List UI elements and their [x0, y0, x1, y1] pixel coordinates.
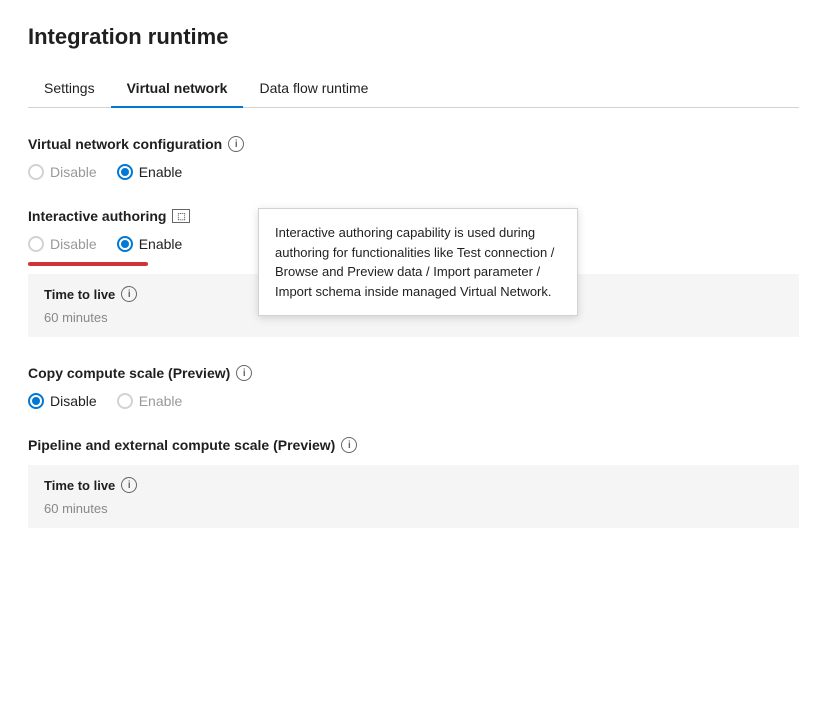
- virtual-network-config-section: Virtual network configuration i Disable …: [28, 136, 799, 180]
- tabs: Settings Virtual network Data flow runti…: [28, 70, 799, 108]
- time-to-live-pipeline-info-icon[interactable]: i: [121, 477, 137, 493]
- copy-compute-info-icon[interactable]: i: [236, 365, 252, 381]
- tab-settings[interactable]: Settings: [28, 70, 111, 108]
- page-title: Integration runtime: [28, 24, 799, 50]
- copy-compute-disable-radio[interactable]: [28, 393, 44, 409]
- interactive-authoring-enable-radio[interactable]: [117, 236, 133, 252]
- time-remaining-bar: [28, 262, 148, 266]
- virtual-network-radio-group: Disable Enable: [28, 164, 799, 180]
- copy-compute-enable-radio[interactable]: [117, 393, 133, 409]
- copy-compute-disable-option[interactable]: Disable: [28, 393, 97, 409]
- interactive-authoring-tooltip: Interactive authoring capability is used…: [258, 208, 578, 316]
- interactive-authoring-icon[interactable]: ⬚: [172, 209, 190, 223]
- time-to-live-pipeline-section: Time to live i 60 minutes: [28, 465, 799, 528]
- virtual-network-enable-radio[interactable]: [117, 164, 133, 180]
- pipeline-external-title: Pipeline and external compute scale (Pre…: [28, 437, 799, 453]
- virtual-network-enable-option[interactable]: Enable: [117, 164, 183, 180]
- copy-compute-radio-group: Disable Enable: [28, 393, 799, 409]
- interactive-authoring-enable-option[interactable]: Enable: [117, 236, 183, 252]
- copy-compute-title: Copy compute scale (Preview) i: [28, 365, 799, 381]
- time-to-live-pipeline-label: Time to live i: [44, 477, 783, 493]
- copy-compute-enable-option[interactable]: Enable: [117, 393, 183, 409]
- tab-virtual-network[interactable]: Virtual network: [111, 70, 244, 108]
- virtual-network-info-icon[interactable]: i: [228, 136, 244, 152]
- time-to-live-interactive-info-icon[interactable]: i: [121, 286, 137, 302]
- virtual-network-config-title: Virtual network configuration i: [28, 136, 799, 152]
- interactive-authoring-disable-radio[interactable]: [28, 236, 44, 252]
- pipeline-external-section: Pipeline and external compute scale (Pre…: [28, 437, 799, 528]
- virtual-network-disable-option[interactable]: Disable: [28, 164, 97, 180]
- virtual-network-disable-radio[interactable]: [28, 164, 44, 180]
- tab-data-flow-runtime[interactable]: Data flow runtime: [243, 70, 384, 108]
- pipeline-external-info-icon[interactable]: i: [341, 437, 357, 453]
- interactive-authoring-section: Interactive authoring ⬚ Disable Enable I…: [28, 208, 799, 337]
- time-to-live-pipeline-value: 60 minutes: [44, 501, 783, 516]
- copy-compute-section: Copy compute scale (Preview) i Disable E…: [28, 365, 799, 409]
- interactive-authoring-disable-option[interactable]: Disable: [28, 236, 97, 252]
